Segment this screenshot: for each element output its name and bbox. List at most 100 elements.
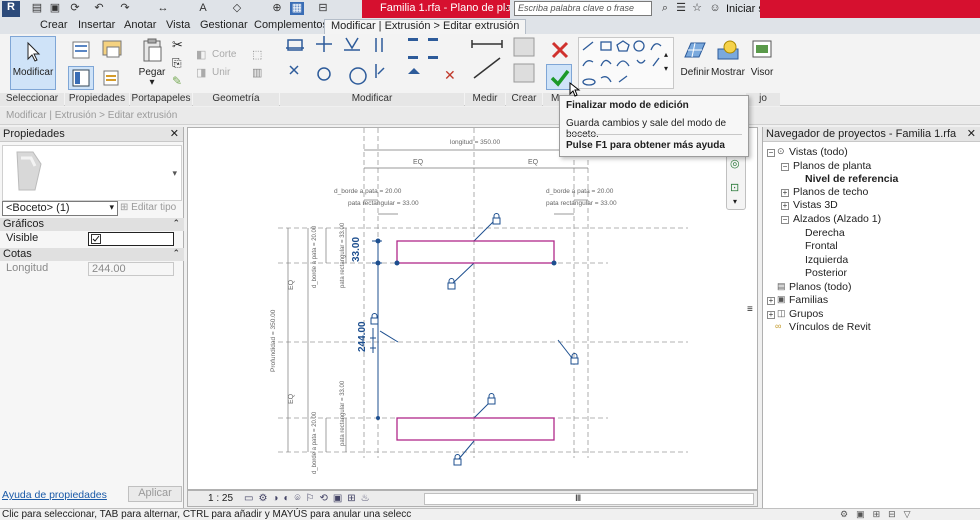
tab-gestionar[interactable]: Gestionar: [200, 19, 248, 31]
properties-toggle-icon[interactable]: [68, 66, 94, 90]
tab-complementos[interactable]: Complementos: [254, 19, 328, 31]
favorites-icon[interactable]: ☆: [690, 2, 704, 15]
measure-icons[interactable]: [468, 34, 508, 90]
join-geometry-icon[interactable]: ◨: [196, 66, 212, 82]
dim-d-borde-right[interactable]: d_borde a pata = 20.00: [546, 188, 613, 195]
text-icon[interactable]: A: [196, 2, 210, 15]
revit-app-icon[interactable]: R: [2, 1, 20, 17]
section-dimensions[interactable]: Cotas ⌃: [0, 248, 184, 261]
dim-vert-pata-bottom[interactable]: pata rectangular = 33.00: [340, 381, 346, 446]
dim-eq-right[interactable]: EQ: [528, 159, 538, 166]
view-control-icons[interactable]: ▭⚙◑◐⌾⚐⟲▣⊞♨: [244, 493, 404, 505]
section-graphics[interactable]: Gráficos ⌃: [0, 218, 184, 231]
tree-item-revit-links[interactable]: Vínculos de Revit: [789, 321, 871, 333]
tab-anotar[interactable]: Anotar: [124, 19, 156, 31]
zoom-icon[interactable]: ⊡: [730, 181, 739, 194]
tree-item-front[interactable]: Frontal: [805, 240, 838, 252]
tab-vista[interactable]: Vista: [166, 19, 190, 31]
join-geometry-label[interactable]: Unir: [212, 67, 230, 78]
3d-view-icon[interactable]: ◇: [230, 2, 244, 15]
panel-select-label[interactable]: Seleccionar: [0, 93, 64, 106]
expand-toggle-icon[interactable]: +: [767, 311, 775, 319]
tree-item-floor-plans[interactable]: Planos de planta: [793, 160, 871, 172]
modify-tool-button[interactable]: Modificar: [10, 36, 56, 90]
open-icon[interactable]: ▤: [30, 2, 44, 15]
collapse-icon[interactable]: ⌃: [172, 218, 180, 229]
canvas-scroll-icon[interactable]: ≡: [747, 304, 753, 315]
set-workplane-button[interactable]: Definir: [678, 36, 710, 84]
dim-vert-d-borde-top[interactable]: d_borde a pata = 20.00: [312, 226, 318, 288]
paste-dropdown-icon[interactable]: ▾: [137, 77, 167, 88]
tab-insertar[interactable]: Insertar: [78, 19, 115, 31]
cancel-edit-mode-button[interactable]: [546, 36, 572, 62]
copy-icon[interactable]: ⎘: [172, 56, 188, 72]
paste-button[interactable]: Pegar ▾: [136, 36, 167, 88]
collapse-toggle-icon[interactable]: −: [781, 163, 789, 171]
dim-profundidad[interactable]: Profundidad = 350.00: [270, 310, 277, 372]
dim-pata-right[interactable]: pata rectangular = 33.00: [546, 200, 617, 207]
show-workplane-button[interactable]: Mostrar: [710, 36, 745, 84]
tree-item-views[interactable]: Vistas (todo): [789, 146, 848, 158]
chevron-down-icon[interactable]: ▾: [109, 202, 114, 213]
measure-icon[interactable]: ↔: [156, 2, 170, 15]
user-icon[interactable]: ☺: [708, 2, 722, 15]
search-input[interactable]: Escriba palabra clave o frase: [514, 1, 652, 16]
tree-item-ceiling-plans[interactable]: Planos de techo: [793, 186, 868, 198]
thin-lines-icon[interactable]: ⊕: [270, 2, 284, 15]
geometry-extra-icon[interactable]: ⬚: [252, 48, 268, 64]
type-properties-icon[interactable]: [68, 36, 94, 64]
dim-pata-left[interactable]: pata rectangular = 33.00: [348, 200, 419, 207]
dim-eq-bottom[interactable]: EQ: [288, 394, 295, 404]
tree-item-elevations[interactable]: Alzados (Alzado 1): [793, 213, 881, 225]
horizontal-scrollbar[interactable]: Ⅲ: [424, 493, 754, 505]
save-icon[interactable]: ▣: [48, 2, 62, 15]
tree-item-groups[interactable]: Grupos: [789, 308, 823, 320]
drawing-canvas[interactable]: longitud = 350.00 EQ EQ d_borde a pata =…: [187, 127, 758, 490]
tree-item-left[interactable]: Izquierda: [805, 254, 848, 266]
tree-item-3d-views[interactable]: Vistas 3D: [793, 199, 838, 211]
type-scroll-icon[interactable]: ▾: [172, 168, 177, 179]
view-scale[interactable]: 1 : 25: [208, 493, 233, 504]
nav-dropdown-icon[interactable]: ▾: [733, 197, 737, 206]
tab-modificar-extrusion[interactable]: Modificar | Extrusión > Editar extrusión: [324, 19, 527, 34]
type-selector[interactable]: <Boceto> (1) ▾: [2, 201, 118, 216]
tree-item-sheets[interactable]: Planos (todo): [789, 281, 851, 293]
tab-crear[interactable]: Crear: [40, 19, 68, 31]
expand-toggle-icon[interactable]: +: [781, 189, 789, 197]
create-icons[interactable]: [510, 34, 540, 90]
close-hidden-icon[interactable]: ⊟: [316, 2, 330, 15]
redo-icon[interactable]: ↷: [118, 2, 132, 15]
expand-toggle-icon[interactable]: +: [781, 202, 789, 210]
viewer-button[interactable]: Visor: [746, 36, 776, 84]
dim-eq-left[interactable]: EQ: [413, 159, 423, 166]
dim-vert-d-borde-bottom[interactable]: d_borde a pata = 20.00: [312, 412, 318, 474]
close-icon[interactable]: ✕: [967, 127, 976, 140]
dim-vert-pata-top[interactable]: pata rectangular = 33.00: [340, 223, 346, 288]
tree-item-reference-level[interactable]: Nivel de referencia: [805, 173, 898, 185]
collapse-toggle-icon[interactable]: −: [781, 216, 789, 224]
steering-wheel-icon[interactable]: ◎: [730, 157, 740, 170]
expand-toggle-icon[interactable]: +: [767, 297, 775, 305]
switch-windows-icon[interactable]: ▦: [290, 2, 304, 15]
apply-button[interactable]: Aplicar: [128, 486, 182, 502]
dim-33[interactable]: 33.00: [351, 237, 362, 262]
geometry-paint-icon[interactable]: ▥: [252, 66, 268, 82]
subscription-icon[interactable]: ☰: [674, 2, 688, 15]
cut-geometry-label[interactable]: Corte: [212, 49, 236, 60]
sync-icon[interactable]: ⟳: [68, 2, 82, 15]
search-icon[interactable]: ⌕: [658, 2, 672, 15]
tree-item-right[interactable]: Derecha: [805, 227, 845, 239]
collapse-toggle-icon[interactable]: −: [767, 149, 775, 157]
match-properties-icon[interactable]: ✎: [172, 74, 188, 90]
properties-help-link[interactable]: Ayuda de propiedades: [2, 489, 107, 501]
dim-244[interactable]: 244.00: [357, 321, 368, 352]
navigation-bar[interactable]: ◎ ⊡ ▾: [726, 152, 746, 210]
cut-geometry-icon[interactable]: ◧: [196, 48, 212, 64]
collapse-icon[interactable]: ⌃: [172, 248, 180, 259]
draw-gallery[interactable]: [578, 37, 674, 89]
dim-eq-top[interactable]: EQ: [288, 280, 295, 290]
close-icon[interactable]: ✕: [170, 127, 179, 140]
dim-longitud[interactable]: longitud = 350.00: [450, 139, 500, 146]
dim-d-borde-left[interactable]: d_borde a pata = 20.00: [334, 188, 401, 195]
cut-icon[interactable]: ✂: [172, 37, 188, 53]
